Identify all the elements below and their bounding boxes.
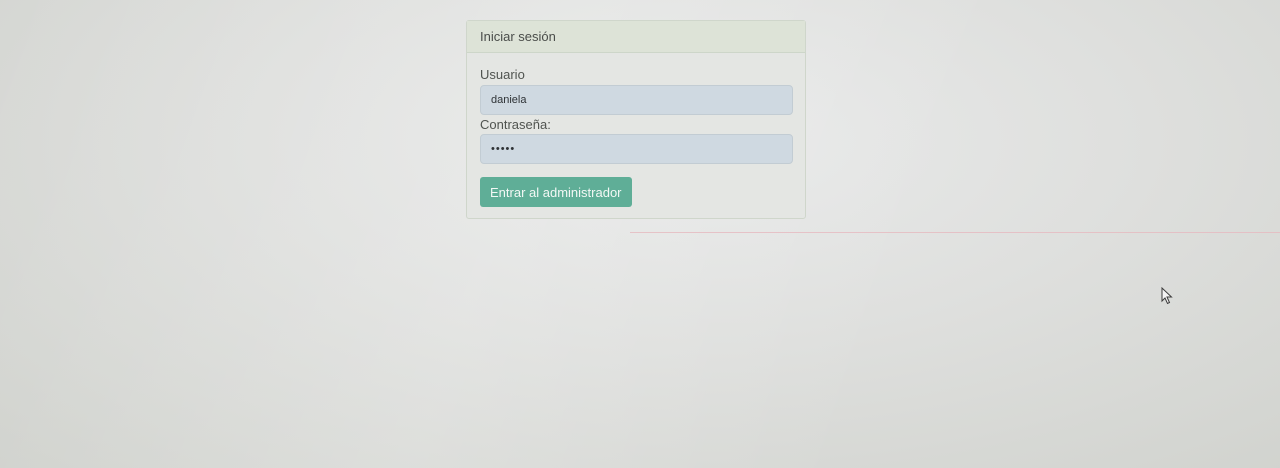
username-label: Usuario (480, 67, 525, 82)
login-submit-button[interactable]: Entrar al administrador (480, 177, 632, 207)
password-label: Contraseña: (480, 117, 551, 132)
username-input[interactable] (480, 85, 793, 115)
panel-body: Usuario Contraseña: Entrar al administra… (467, 53, 805, 218)
password-input[interactable] (480, 134, 793, 164)
panel-title: Iniciar sesión (480, 29, 556, 44)
login-panel: Iniciar sesión Usuario Contraseña: Entra… (466, 20, 806, 219)
panel-heading: Iniciar sesión (467, 21, 805, 53)
divider-line (630, 232, 1280, 233)
mouse-pointer-icon (1161, 287, 1173, 305)
